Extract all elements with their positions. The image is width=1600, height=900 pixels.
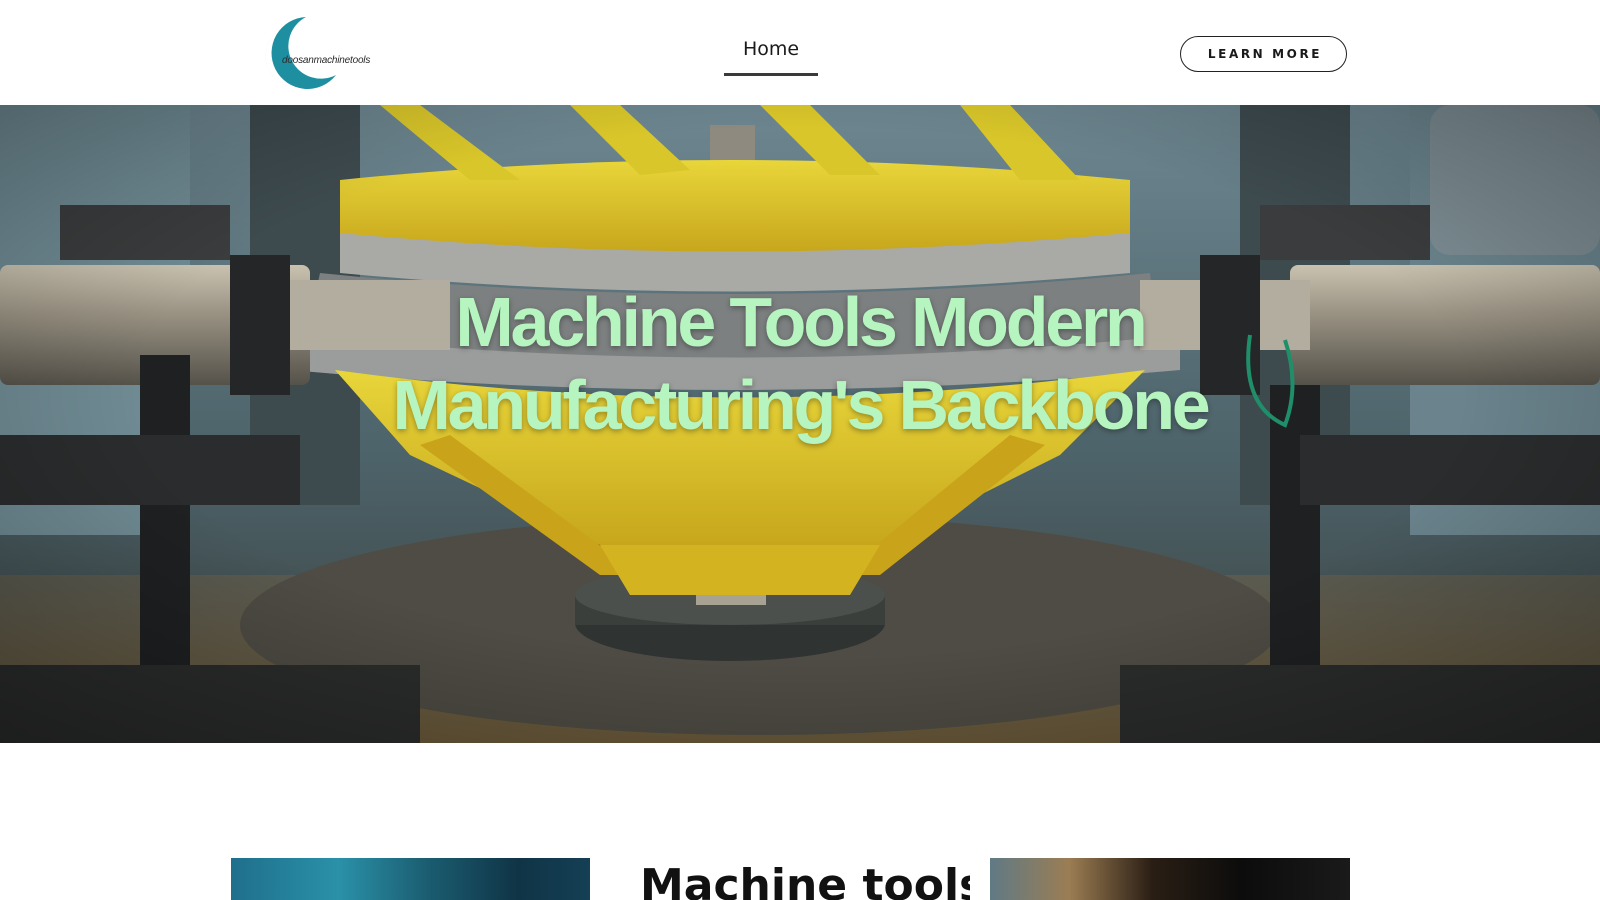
hero-title: Machine Tools Modern Manufacturing's Bac… xyxy=(250,281,1350,447)
hero-title-line-2: Manufacturing's Backbone xyxy=(392,366,1211,444)
logo[interactable]: doosanmachinetools xyxy=(258,13,388,91)
nav-home-link[interactable]: Home xyxy=(724,38,818,76)
lathe-closeup-image xyxy=(990,858,1350,900)
nav-home-label: Home xyxy=(742,38,800,60)
section-title: Machine tools xyxy=(640,860,970,900)
logo-text: doosanmachinetools xyxy=(282,55,371,66)
active-nav-underline xyxy=(724,73,818,76)
hero-section: Machine Tools Modern Manufacturing's Bac… xyxy=(0,105,1600,743)
machine-sparks-image xyxy=(231,858,590,900)
hero-title-line-1: Machine Tools Modern xyxy=(455,283,1147,361)
learn-more-button[interactable]: LEARN MORE xyxy=(1180,36,1347,72)
logo-crescent-icon xyxy=(265,17,336,89)
site-header: doosanmachinetools Home LEARN MORE xyxy=(0,0,1600,105)
